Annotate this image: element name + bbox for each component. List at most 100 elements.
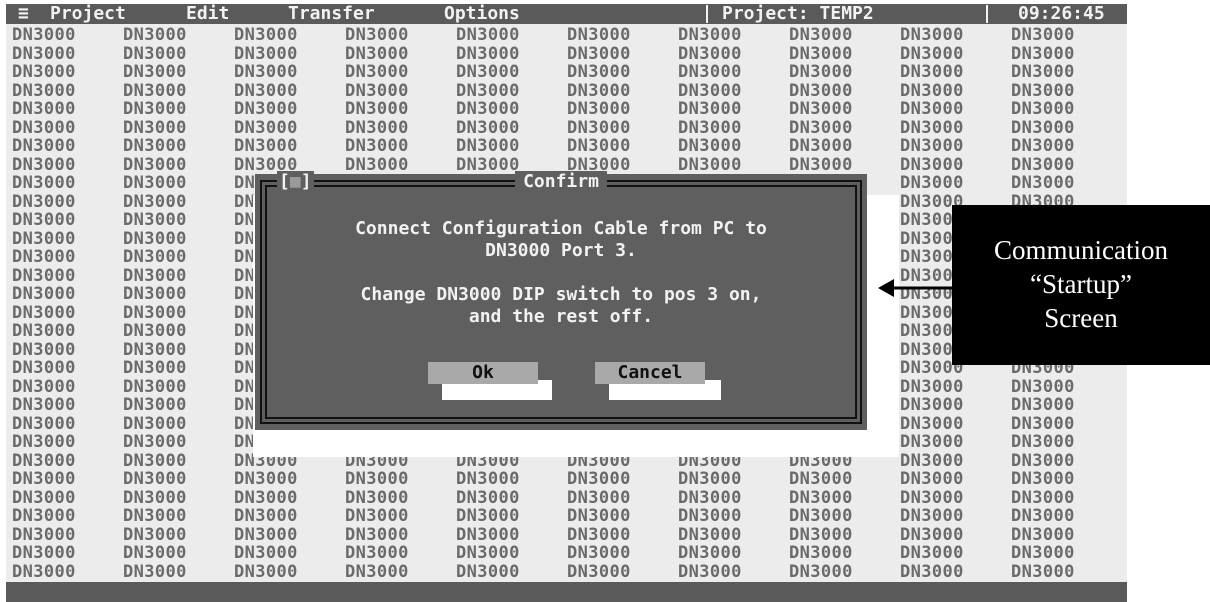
grid-cell: DN3000 (900, 450, 964, 471)
grid-cell: DN3000 (456, 469, 520, 489)
grid-cell: DN3000 (1011, 99, 1075, 119)
grid-cell: DN3000 (12, 247, 76, 267)
grid-cell: DN3000 (789, 506, 853, 526)
menu-options[interactable]: Options (444, 4, 520, 24)
grid-cell: DN3000 (12, 25, 76, 45)
grid-cell: DN3000 (678, 543, 742, 563)
grid-cell: DN3000 (345, 25, 409, 45)
dialog-message-line: and the rest off. (468, 306, 654, 327)
grid-cell: DN3000 (123, 450, 187, 471)
grid-cell: DN3000 (345, 561, 409, 582)
grid-cell: DN3000 (234, 487, 298, 508)
grid-cell: DN3000 (123, 228, 187, 249)
grid-cell: DN3000 (12, 432, 76, 452)
grid-cell: DN3000 (567, 136, 631, 156)
grid-cell: DN3000 (12, 62, 76, 82)
grid-cell: DN3000 (12, 561, 76, 582)
grid-cell: DN3000 (123, 376, 187, 397)
grid-cell: DN3000 (1011, 62, 1075, 82)
menu-edit[interactable]: Edit (186, 4, 229, 24)
grid-cell: DN3000 (789, 543, 853, 563)
grid-cell: DN3000 (1011, 450, 1075, 471)
grid-row: DN3000 DN3000 DN3000 DN3000 DN3000 DN3000 DN30… (12, 470, 1122, 489)
grid-cell: DN3000 (12, 469, 76, 489)
grid-cell: DN3000 (567, 62, 631, 82)
grid-cell: DN3000 (123, 136, 187, 156)
grid-cell: DN3000 (123, 154, 187, 175)
grid-cell: DN3000 (789, 524, 853, 545)
menu-project[interactable]: Project (50, 4, 126, 24)
grid-cell: DN3000 (12, 321, 76, 341)
grid-cell: DN3000 (345, 117, 409, 138)
grid-cell: DN3000 (123, 284, 187, 304)
grid-cell: DN3000 (123, 99, 187, 119)
grid-cell: DN3000 (1011, 543, 1075, 563)
grid-cell: DN3000 (12, 543, 76, 563)
grid-cell: DN3000 (678, 469, 742, 489)
grid-cell: DN3000 (234, 117, 298, 138)
grid-cell: DN3000 (12, 265, 76, 286)
confirm-dialog: Confirm [■] Connect Configuration Cable … (255, 171, 867, 430)
grid-cell: DN3000 (900, 173, 964, 193)
grid-cell: DN3000 (900, 432, 964, 452)
grid-cell: DN3000 (456, 543, 520, 563)
close-icon[interactable]: [■] (277, 171, 314, 193)
grid-cell: DN3000 (123, 117, 187, 138)
menu-separator (986, 5, 988, 23)
grid-cell: DN3000 (123, 469, 187, 489)
grid-cell: DN3000 (567, 99, 631, 119)
grid-cell: DN3000 (900, 376, 964, 397)
grid-cell: DN3000 (567, 561, 631, 582)
grid-cell: DN3000 (1011, 173, 1075, 193)
grid-cell: DN3000 (900, 413, 964, 434)
grid-cell: DN3000 (123, 339, 187, 360)
grid-cell: DN3000 (678, 62, 742, 82)
callout-line: Screen (1044, 303, 1118, 333)
grid-cell: DN3000 (900, 469, 964, 489)
grid-cell: DN3000 (456, 117, 520, 138)
grid-cell: DN3000 (789, 99, 853, 119)
cancel-button[interactable]: Cancel (595, 362, 705, 384)
grid-cell: DN3000 (456, 80, 520, 101)
grid-cell: DN3000 (123, 265, 187, 286)
grid-cell: DN3000 (789, 469, 853, 489)
grid-cell: DN3000 (345, 136, 409, 156)
grid-cell: DN3000 (12, 358, 76, 378)
grid-cell: DN3000 (12, 154, 76, 175)
annotation-callout: Communication “Startup” Screen (952, 205, 1210, 365)
ok-button[interactable]: Ok (428, 362, 538, 384)
grid-cell: DN3000 (1011, 136, 1075, 156)
grid-cell: DN3000 (123, 561, 187, 582)
grid-cell: DN3000 (456, 25, 520, 45)
grid-cell: DN3000 (123, 191, 187, 212)
grid-cell: DN3000 (1011, 469, 1075, 489)
grid-cell: DN3000 (678, 80, 742, 101)
grid-cell: DN3000 (678, 524, 742, 545)
callout-line: Communication (994, 235, 1168, 265)
grid-row: DN3000 DN3000 DN3000 DN3000 DN3000 DN3000 DN30… (12, 117, 1122, 138)
grid-cell: DN3000 (678, 506, 742, 526)
grid-cell: DN3000 (234, 80, 298, 101)
grid-cell: DN3000 (789, 62, 853, 82)
grid-cell: DN3000 (678, 561, 742, 582)
grid-cell: DN3000 (234, 136, 298, 156)
dialog-title: Confirm (255, 171, 867, 193)
grid-cell: DN3000 (456, 506, 520, 526)
grid-cell: DN3000 (12, 339, 76, 360)
grid-cell: DN3000 (456, 136, 520, 156)
grid-cell: DN3000 (345, 506, 409, 526)
callout-line: “Startup” (1030, 269, 1132, 299)
grid-cell: DN3000 (12, 80, 76, 101)
grid-cell: DN3000 (234, 43, 298, 64)
grid-cell: DN3000 (123, 43, 187, 64)
grid-cell: DN3000 (900, 136, 964, 156)
dialog-message-line: Connect Configuration Cable from PC to (355, 218, 767, 239)
grid-row: DN3000 DN3000 DN3000 DN3000 DN3000 DN3000 DN30… (12, 43, 1122, 64)
grid-row: DN3000 DN3000 DN3000 DN3000 DN3000 DN3000 DN30… (12, 544, 1122, 563)
menu-transfer[interactable]: Transfer (288, 4, 375, 24)
arrow-left-icon (878, 279, 956, 297)
grid-cell: DN3000 (12, 117, 76, 138)
grid-cell: DN3000 (900, 487, 964, 508)
system-menu-icon[interactable]: ≡ (18, 4, 29, 24)
grid-cell: DN3000 (900, 524, 964, 545)
